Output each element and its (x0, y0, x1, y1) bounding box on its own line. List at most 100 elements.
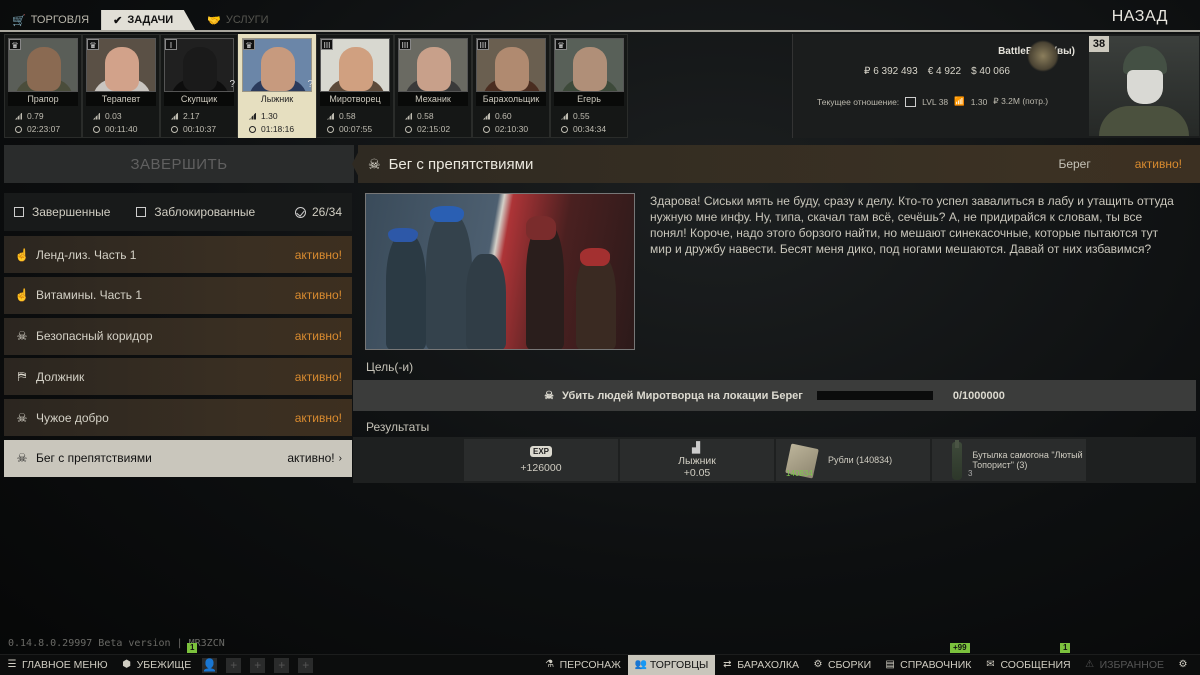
quest-list: ☝ Ленд-лиз. Часть 1 активно! ☝ Витамины. Час… (4, 236, 352, 481)
menu-icon: ☰ (7, 659, 17, 670)
portrait-face (495, 47, 529, 91)
image-beret (388, 228, 418, 242)
tab-trading-label: ТОРГОВЛЯ (30, 14, 90, 26)
trader-rep-value: 0.58 (339, 111, 356, 121)
trader-name: Терапевт (86, 92, 156, 106)
hideout-icon: ⬢ (122, 659, 131, 670)
quest-item[interactable]: ☝ Витамины. Часть 1 активно! (4, 276, 352, 314)
image-figure (466, 254, 506, 349)
flea-market-button[interactable]: ⇄ БАРАХОЛКА (715, 655, 806, 675)
reward-exp-value: +126000 (520, 462, 562, 474)
traders-button[interactable]: 👥 ТОРГОВЦЫ (627, 654, 716, 675)
trader-name: Егерь (554, 92, 624, 106)
filter-locked[interactable]: Заблокированные (136, 205, 255, 219)
quest-location: Берег (1058, 157, 1091, 171)
reward-bottle[interactable]: 3 Бутылка самогона "Лютый Топорист" (3) (932, 439, 1086, 481)
reputation-icon: 📶 (954, 96, 965, 106)
main-menu-button[interactable]: ☰ ГЛАВНОЕ МЕНЮ (0, 655, 115, 675)
image-figure (576, 254, 616, 349)
character-button[interactable]: ⚗ ПЕРСОНАЖ (538, 655, 628, 675)
image-figure (386, 234, 426, 349)
trader-list: ♛ Прапор 0.79 02:23:07 ♛ Терапевт 0.03 00:11:40… (4, 34, 628, 138)
goals-label: Цель(-и) (366, 360, 414, 374)
messages-label: СООБЩЕНИЯ (1000, 659, 1071, 671)
quest-item-status: активно! (294, 329, 342, 344)
goal-progress-bar (816, 391, 933, 400)
quest-item[interactable]: ⛿ Должник активно! (4, 358, 352, 396)
bottle-item-icon: 3 (942, 440, 972, 480)
handbook-button[interactable]: ▤ СПРАВОЧНИК (878, 655, 978, 675)
results-label: Результаты (366, 420, 430, 434)
checkbox-completed[interactable] (14, 207, 24, 217)
builds-button[interactable]: ⚙ СБОРКИ (806, 655, 878, 675)
clock-icon (93, 125, 100, 133)
tab-services[interactable]: 🤝 УСЛУГИ (195, 10, 280, 30)
tab-tasks[interactable]: ✔ ЗАДАЧИ (101, 10, 196, 30)
reward-rep-value: +0.05 (683, 466, 711, 479)
relation-level: LVL 38 (922, 96, 949, 107)
add-member-icon[interactable]: + (226, 657, 242, 673)
reputation-icon (249, 112, 256, 120)
handbook-icon: ▤ (885, 659, 895, 670)
add-member-icon[interactable]: + (298, 657, 314, 673)
trader-rep-value: 1.30 (261, 111, 278, 121)
clock-icon (327, 125, 334, 133)
quest-description: Здарова! Сиськи мять не буду, сразу к де… (650, 194, 1174, 256)
trader-reputation: 2.17 (171, 111, 200, 121)
trader-card[interactable]: III Барахольщик 0.60 02:10:30 (472, 34, 550, 138)
quest-item[interactable]: ☠ Чужое добро активно! (4, 399, 352, 437)
trader-card[interactable]: ♛ Терапевт 0.03 00:11:40 (82, 34, 160, 138)
reputation-icon (93, 112, 100, 120)
reputation-icon (171, 112, 178, 120)
quest-item-status: активно! (294, 288, 342, 303)
reward-bottle-label: Бутылка самогона "Лютый Топорист" (3) (972, 450, 1083, 470)
reward-reputation: ▟ Лыжник +0.05 (620, 439, 774, 481)
rubles-item-icon: 140834 (782, 440, 822, 480)
trader-card[interactable]: III Миротворец 0.58 00:07:55 (316, 34, 394, 138)
bottle-qty: 3 (968, 469, 973, 478)
trader-card[interactable]: ♛ Егерь 0.55 00:34:34 (550, 34, 628, 138)
quest-item[interactable]: ☠ Бег с препятствиями активно! › (4, 439, 352, 477)
messages-button[interactable]: ✉ СООБЩЕНИЯ (978, 655, 1077, 675)
bottle-shape (952, 440, 962, 480)
trader-card[interactable]: III Механик 0.58 02:15:02 (394, 34, 472, 138)
quest-item[interactable]: ☠ Безопасный коридор активно! (4, 317, 352, 355)
trader-restock-time: 02:15:02 (417, 124, 451, 134)
clock-icon (171, 125, 178, 133)
reputation-icon (327, 112, 334, 120)
handbook-label: СПРАВОЧНИК (900, 659, 972, 671)
reward-exp: EXP +126000 (464, 439, 618, 481)
character-icon: ⚗ (545, 659, 555, 670)
quest-type-icon: ☠ (16, 410, 28, 425)
hideout-label: УБЕЖИЩЕ (136, 659, 192, 671)
settings-button[interactable]: ⚙ (1171, 655, 1200, 675)
favorites-button[interactable]: ⚠ ИЗБРАННОЕ (1078, 655, 1171, 675)
add-member-icon[interactable]: + (274, 657, 290, 673)
finish-button[interactable]: ЗАВЕРШИТЬ (4, 145, 354, 183)
filter-completed[interactable]: Завершенные (14, 205, 110, 219)
trader-card[interactable]: I? Скупщик 2.17 00:10:37 (160, 34, 238, 138)
checkbox-locked[interactable] (136, 207, 147, 217)
quest-item[interactable]: ☝ Ленд-лиз. Часть 1 активно! (4, 236, 352, 273)
trader-card[interactable]: ♛? Лыжник 1.30 01:18:16 (238, 34, 316, 138)
user-icon[interactable]: 👤 (202, 657, 218, 673)
trader-rep-value: 0.55 (573, 111, 590, 121)
back-button[interactable]: НАЗАД (1112, 8, 1168, 26)
add-member-icon[interactable]: + (250, 657, 266, 673)
reputation-icon (15, 112, 22, 120)
group-slots: 👤 + + + + (198, 655, 324, 675)
goal-count: 0/1000000 (952, 389, 1005, 402)
relation-label: Текущее отношение: (817, 96, 900, 107)
tab-trading[interactable]: 🛒 ТОРГОВЛЯ (0, 10, 101, 30)
trader-reputation: 0.55 (561, 111, 590, 121)
reward-rubles[interactable]: 140834 Рубли (140834) (776, 439, 930, 481)
check-circle-icon: ✔ (113, 14, 123, 27)
reputation-icon (483, 112, 490, 120)
hideout-button[interactable]: ⬢ УБЕЖИЩЕ (115, 655, 199, 675)
quest-type-icon: ☠ (16, 329, 28, 344)
quest-item-title: Чужое добро (36, 410, 109, 425)
reward-rep-trader: Лыжник (678, 454, 716, 467)
filter-locked-label: Заблокированные (154, 205, 256, 219)
trader-card[interactable]: ♛ Прапор 0.79 02:23:07 (4, 34, 82, 138)
chevron-right-icon: › (338, 452, 342, 464)
